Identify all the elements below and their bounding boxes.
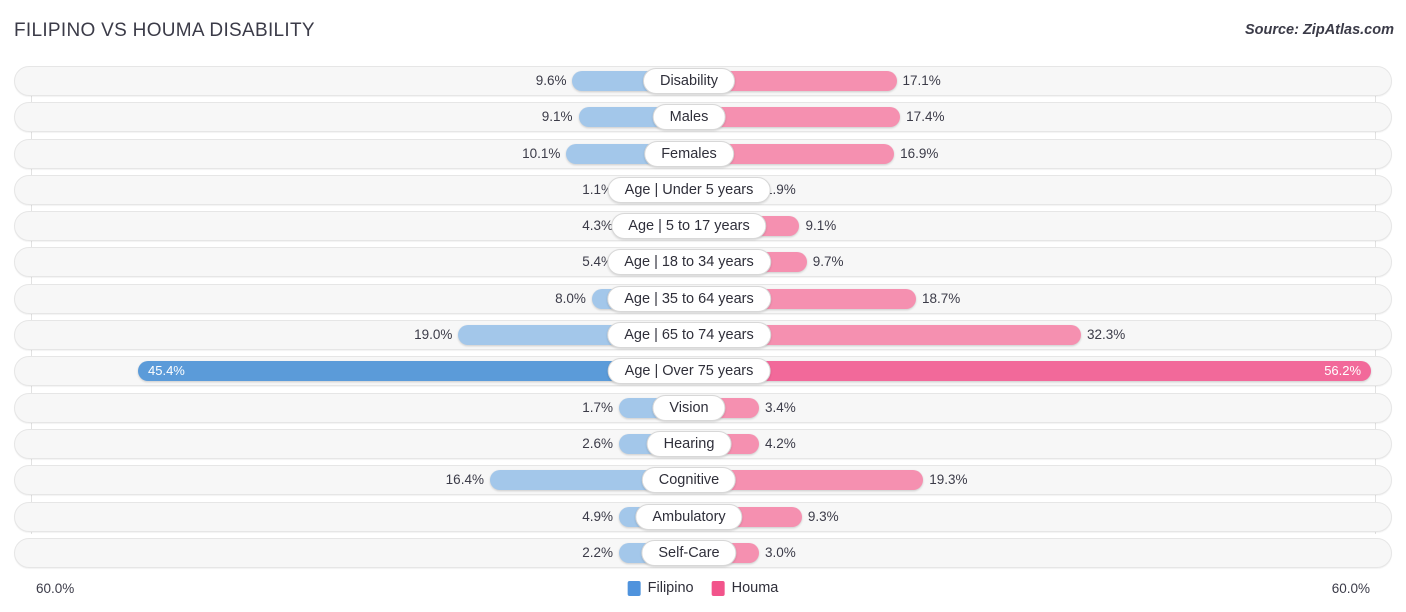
legend-item[interactable]: Filipino [627,580,694,596]
chart-legend: Filipino Houma [627,580,779,596]
axis-label-left: 60.0% [36,581,75,596]
value-label-filipino: 4.9% [582,508,613,524]
category-label-pill: Age | 35 to 64 years [607,285,771,312]
value-label-houma: 17.1% [902,73,941,88]
value-label-filipino: 9.6% [535,73,567,88]
value-label-filipino: 1.1% [582,181,613,197]
value-label-filipino: 2.6% [582,435,613,451]
value-label-filipino: 2.2% [582,544,613,560]
chart-row: 16.4% 19.3% Cognitive [0,465,1406,496]
diverging-bar-chart: 9.6% 17.1% Disability 9.1% 17.4% Males 10.1% 16… [0,60,1406,572]
category-label-pill: Females [644,140,734,167]
chart-row: 19.0% 32.3% Age | 65 to 74 years [0,320,1406,351]
value-label-filipino: 16.4% [445,472,484,488]
category-label-pill: Self-Care [641,539,737,566]
chart-row: 9.6% 17.1% Disability [0,66,1406,96]
chart-row: 10.1% 16.9% Females [0,138,1406,169]
axis-label-right: 60.0% [1331,581,1370,596]
chart-row: 1.1% 1.9% Age | Under 5 years [0,174,1406,205]
value-label-filipino: 4.3% [582,218,613,234]
chart-rows: 9.6% 17.1% Disability 9.1% 17.4% Males 10.1% 16… [0,66,1406,574]
value-label-houma: 56.2% [1324,363,1362,379]
legend-swatch-icon [711,580,725,596]
category-label-pill: Age | 5 to 17 years [611,213,767,240]
chart-row: 9.1% 17.4% Males [0,102,1406,133]
chart-row: 1.7% 3.4% Vision [0,392,1406,423]
legend-item[interactable]: Houma [711,580,779,596]
category-label-pill: Vision [652,394,726,421]
chart-row: 8.0% 18.7% Age | 35 to 64 years [0,283,1406,314]
value-label-filipino: 9.1% [541,109,573,125]
value-label-filipino: 10.1% [522,145,561,161]
value-label-houma: 17.4% [906,109,945,125]
value-label-houma: 19.3% [929,472,968,488]
value-label-houma: 4.2% [765,435,796,451]
page-title: FILIPINO VS HOUMA DISABILITY [14,20,315,41]
category-label-pill: Males [652,104,726,131]
value-label-houma: 1.9% [765,181,796,197]
category-label-pill: Age | Over 75 years [607,358,771,385]
chart-row: 45.4% 56.2% Age | Over 75 years [0,356,1406,387]
value-label-houma: 9.7% [812,254,844,270]
value-label-filipino: 45.4% [148,363,185,379]
chart-footer: 60.0% Filipino Houma 60.0% [0,572,1406,612]
category-label-pill: Age | 18 to 34 years [607,249,771,276]
category-label-pill: Age | 65 to 74 years [607,322,771,349]
bar-houma [689,361,1372,382]
category-label-pill: Ambulatory [635,503,743,530]
value-label-filipino: 5.4% [582,254,613,270]
category-label-pill: Hearing [646,430,732,457]
source-attribution: Source: ZipAtlas.com [1244,22,1394,38]
legend-label: Filipino [647,580,694,596]
chart-row: 5.4% 9.7% Age | 18 to 34 years [0,247,1406,278]
value-label-houma: 16.9% [900,145,939,161]
chart-header: FILIPINO VS HOUMA DISABILITY Source: Zip… [0,0,1406,60]
chart-row: 2.6% 4.2% Hearing [0,428,1406,459]
legend-swatch-icon [627,580,641,596]
value-label-houma: 32.3% [1087,327,1126,343]
value-label-filipino: 19.0% [414,327,453,343]
chart-row: 4.3% 9.1% Age | 5 to 17 years [0,211,1406,242]
value-label-filipino: 1.7% [582,399,613,415]
chart-row: 4.9% 9.3% Ambulatory [0,501,1406,532]
value-label-houma: 18.7% [921,290,961,306]
chart-page: FILIPINO VS HOUMA DISABILITY Source: Zip… [0,0,1406,612]
value-label-houma: 3.4% [765,399,796,415]
category-label-pill: Age | Under 5 years [607,176,771,203]
value-label-houma: 9.1% [805,218,837,234]
chart-row: 2.2% 3.0% Self-Care [0,537,1406,568]
value-label-houma: 9.3% [807,508,839,524]
category-label-pill: Disability [642,68,736,94]
category-label-pill: Cognitive [641,467,737,494]
value-label-houma: 3.0% [765,544,796,560]
legend-label: Houma [731,580,779,596]
value-label-filipino: 8.0% [555,290,586,306]
